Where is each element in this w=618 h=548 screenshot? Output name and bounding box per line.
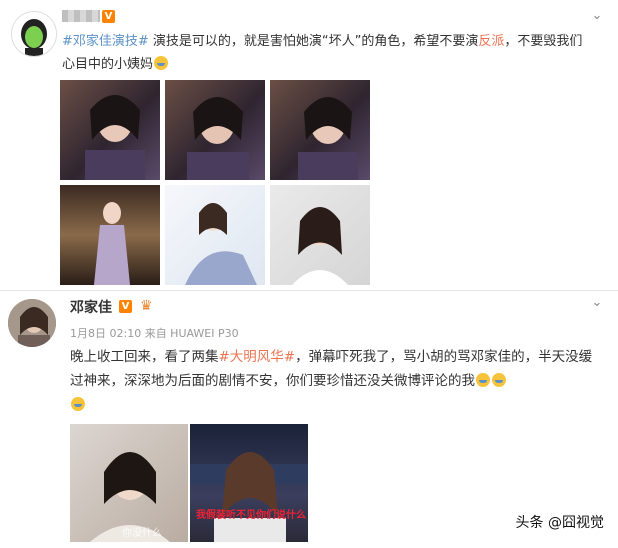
keyword-link[interactable]: 反派 — [478, 34, 504, 49]
photo-thumbnail[interactable] — [165, 80, 265, 180]
photo-thumbnail[interactable] — [60, 185, 160, 285]
photo-thumbnail[interactable] — [60, 80, 160, 180]
image-caption: 你没什么 — [122, 528, 162, 539]
username[interactable]: 邓家佳 — [70, 297, 112, 317]
hashtag-link[interactable]: #邓家佳演技# — [62, 34, 149, 49]
image-grid — [60, 80, 372, 285]
photo-thumbnail[interactable] — [270, 80, 370, 180]
photo-thumbnail[interactable] — [165, 185, 265, 285]
post-text-body: 晚上收工回来，看了两集 — [70, 349, 219, 365]
emoji-icon — [476, 373, 490, 387]
chevron-down-icon[interactable]: ⌄ — [590, 9, 604, 23]
chevron-down-icon[interactable]: ⌄ — [590, 296, 604, 310]
avatar-drawing-icon — [12, 12, 56, 56]
weibo-post-2: 邓家佳 V ♛ ⌄ 1月8日 02:10 来自 HUAWEI P30 晚上收工回… — [0, 290, 618, 548]
photo-thumbnail[interactable]: 我假装听不见你们说什么 — [190, 424, 308, 542]
post-meta: 1月8日 02:10 来自 HUAWEI P30 — [70, 327, 239, 340]
post-text-body: 演技是可以的，就是害怕她演“坏人”的角色，希望不要演 — [148, 34, 479, 49]
verified-badge-icon: V — [102, 10, 115, 23]
avatar-photo-icon — [8, 299, 56, 347]
weibo-post-1: V ⌄ #邓家佳演技# 演技是可以的，就是害怕她演“坏人”的角色，希望不要演反派… — [0, 0, 618, 290]
post-text: 晚上收工回来，看了两集#大明风华#，弹幕吓死我了，骂小胡的骂邓家佳的，半天没缓过… — [70, 345, 600, 417]
photo-thumbnail[interactable]: 你没什么 — [70, 424, 188, 542]
hashtag-link[interactable]: #大明风华# — [219, 349, 296, 365]
verified-badge-icon: V — [119, 300, 132, 313]
photo-thumbnail[interactable] — [270, 185, 370, 285]
username-blurred[interactable] — [62, 10, 100, 22]
image-caption: 我假装听不见你们说什么 — [196, 510, 306, 521]
emoji-icon — [492, 373, 506, 387]
emoji-icon — [154, 56, 169, 70]
user-avatar[interactable] — [8, 299, 56, 347]
post-text: #邓家佳演技# 演技是可以的，就是害怕她演“坏人”的角色，希望不要演反派，不要毁… — [62, 30, 592, 76]
crown-emblem-icon: ♛ — [140, 298, 153, 314]
source-watermark: 头条 @囧视觉 — [515, 515, 604, 531]
user-avatar[interactable] — [11, 11, 57, 57]
emoji-icon — [71, 397, 85, 411]
